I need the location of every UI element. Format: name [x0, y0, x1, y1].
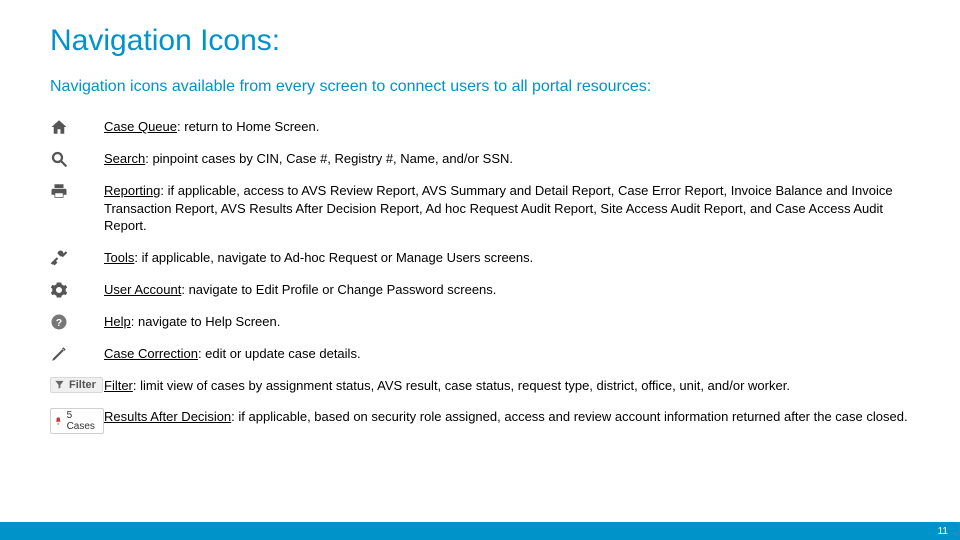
- item-label: Results After Decision: [104, 409, 231, 424]
- list-item: ? Help: navigate to Help Screen.: [50, 313, 910, 331]
- item-desc: Results After Decision: if applicable, b…: [104, 408, 910, 426]
- item-desc: Case Queue: return to Home Screen.: [104, 118, 910, 136]
- item-label: User Account: [104, 282, 181, 297]
- print-icon: [50, 182, 104, 200]
- item-label: Case Queue: [104, 119, 177, 134]
- item-desc: Reporting: if applicable, access to AVS …: [104, 182, 910, 235]
- tools-icon: [50, 249, 104, 267]
- home-icon: [50, 118, 104, 136]
- page-title: Navigation Icons:: [50, 24, 280, 58]
- pencil-icon: [50, 345, 104, 363]
- gear-icon: [50, 281, 104, 299]
- list-item: Case Correction: edit or update case det…: [50, 345, 910, 363]
- filter-button-icon: Filter: [50, 377, 104, 393]
- item-desc: Filter: limit view of cases by assignmen…: [104, 377, 910, 395]
- item-desc: User Account: navigate to Edit Profile o…: [104, 281, 910, 299]
- list-item: Reporting: if applicable, access to AVS …: [50, 182, 910, 235]
- item-label: Help: [104, 314, 131, 329]
- list-item: Tools: if applicable, navigate to Ad-hoc…: [50, 249, 910, 267]
- item-desc: Search: pinpoint cases by CIN, Case #, R…: [104, 150, 910, 168]
- footer-bar: [0, 522, 960, 540]
- list-item: Case Queue: return to Home Screen.: [50, 118, 910, 136]
- slide: Navigation Icons: Navigation icons avail…: [0, 0, 960, 540]
- svg-text:?: ?: [56, 316, 62, 328]
- item-label: Tools: [104, 250, 134, 265]
- item-label: Reporting: [104, 183, 160, 198]
- page-number: 11: [938, 526, 948, 537]
- icon-list: Case Queue: return to Home Screen. Searc…: [50, 118, 910, 448]
- page-subtitle: Navigation icons available from every sc…: [50, 78, 651, 96]
- item-label: Search: [104, 151, 145, 166]
- item-label: Filter: [104, 378, 133, 393]
- list-item: Filter Filter: limit view of cases by as…: [50, 377, 910, 395]
- item-desc: Case Correction: edit or update case det…: [104, 345, 910, 363]
- list-item: 5 Cases Results After Decision: if appli…: [50, 408, 910, 434]
- item-desc: Help: navigate to Help Screen.: [104, 313, 910, 331]
- rad-button-icon: 5 Cases: [50, 408, 104, 434]
- item-desc: Tools: if applicable, navigate to Ad-hoc…: [104, 249, 910, 267]
- help-icon: ?: [50, 313, 104, 331]
- item-label: Case Correction: [104, 346, 198, 361]
- list-item: User Account: navigate to Edit Profile o…: [50, 281, 910, 299]
- search-icon: [50, 150, 104, 168]
- list-item: Search: pinpoint cases by CIN, Case #, R…: [50, 150, 910, 168]
